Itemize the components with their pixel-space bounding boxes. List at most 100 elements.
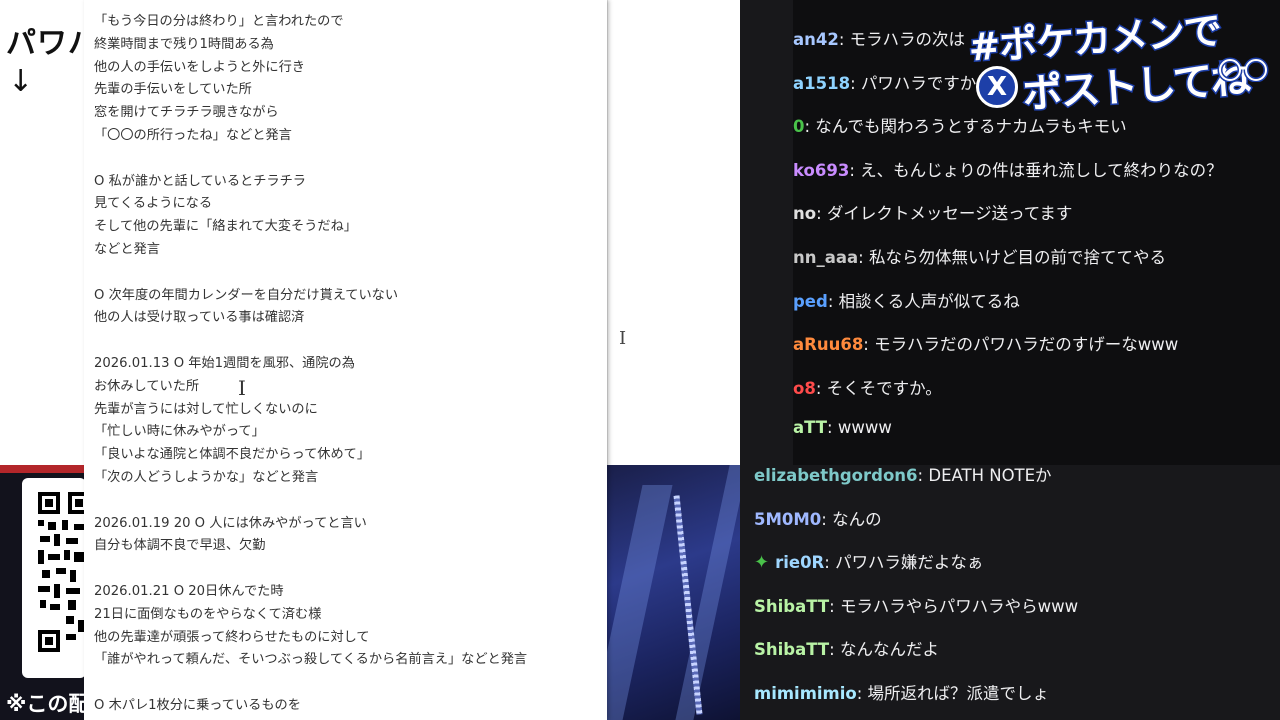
chat-text: なんでも関わろうとするナカムラもキモい [815, 117, 1127, 137]
document-line: お休みしていた所 [94, 378, 200, 394]
chat-username[interactable]: nn_aaa [793, 248, 858, 267]
document-line: O 木パレ1枚分に乗っているものを [94, 698, 301, 713]
document-line: 「忙しい時に休みやがって」 [94, 424, 265, 440]
document-line: 他の人は受け取っている事は確認済 [94, 310, 305, 326]
chat-username[interactable]: no [793, 204, 816, 223]
chat-username[interactable]: mimimimio [754, 684, 857, 703]
chat-panel[interactable]: an42: モラハラの次は a1518: パワハラですか 0: なんでも関わろうとす… [740, 0, 1280, 720]
chat-separator: : [827, 418, 838, 438]
chat-separator: : [815, 378, 827, 398]
chat-message: o8: そくそですか。 [793, 375, 942, 399]
notice-text: ※この配 [6, 692, 90, 716]
chat-separator: : [816, 204, 827, 224]
document-line: 先輩の手伝いをしていた所 [94, 82, 252, 98]
chat-username[interactable]: aTT [793, 418, 827, 437]
chat-text: なんの [832, 509, 882, 529]
chat-text: 場所返れば？派遣でしょ [867, 684, 1050, 703]
chat-text: DEATH NOTEか [928, 466, 1052, 485]
document-line: 「〇〇の所行ったね」などと発言 [94, 128, 292, 143]
chat-message: ✦ rie0R: パワハラ嫌だよなぁ [754, 549, 983, 573]
document-line: 窓を開けてチラチラ覗きながら [94, 105, 279, 121]
chat-separator: : [829, 596, 840, 616]
hashtag-banner: #ポケカメンで X ポストしてね [966, 7, 1276, 119]
chat-username[interactable]: ShibaTT [754, 597, 829, 616]
chat-text: モラハラだのパワハラだのすげーなwww [874, 335, 1179, 355]
chat-username[interactable]: ShibaTT [754, 640, 829, 659]
chat-text: 相談くる人声が似てるね [838, 291, 1020, 311]
art-fold [607, 485, 673, 720]
document-line: 他の先輩達が頑張って終わらせたものに対して [94, 629, 370, 645]
chat-message: a1518: パワハラですか [793, 70, 976, 94]
document-line: 「良いよな通院と体調不良だからって休めて」 [94, 447, 371, 463]
chat-text: 私なら勿体無いけど目の前で捨ててやる [868, 248, 1166, 267]
chat-message: aRuu68: モラハラだのパワハラだのすげーなwww [793, 331, 1178, 355]
document-line: 他の人の手伝いをしようと外に行き [94, 59, 305, 75]
chat-text: なんなんだよ [839, 640, 939, 660]
chat-username[interactable]: elizabethgordon6 [754, 466, 918, 485]
chat-separator: : [917, 466, 929, 485]
document-line: 見てくるようになる [94, 196, 213, 212]
chat-username[interactable]: an42 [793, 30, 839, 49]
chat-message: elizabethgordon6: DEATH NOTEか [754, 462, 1052, 486]
down-arrow-icon: ↓ [8, 64, 34, 99]
stream-screen: { "background": { "title": "パワハ", "arrow… [0, 0, 1280, 720]
document-line: 終業時間まで残り1時間ある為 [94, 36, 274, 52]
chat-username[interactable]: 5M0M0 [754, 510, 821, 529]
document-line: 「次の人どうしようかな」などと発言 [94, 470, 319, 485]
document-line: 2026.01.21 O 20日休んでた時 [94, 584, 284, 599]
ibeam-cursor-icon: I [238, 376, 246, 400]
chat-separator: : [821, 509, 833, 529]
document-line: 「誰がやれって頼んだ、そいつぶっ殺してくるから名前言え」などと発言 [94, 652, 528, 668]
document-line: 「もう今日の分は終わり」と言われたので [94, 14, 344, 29]
qr-code [22, 478, 86, 678]
chat-username[interactable]: rie0R [775, 553, 824, 572]
accent-strip [0, 465, 84, 473]
chat-text: ダイレクトメッセージ送ってます [826, 204, 1073, 224]
chat-username[interactable]: aRuu68 [793, 335, 863, 354]
character-art [607, 465, 740, 720]
chat-message: 5M0M0: なんの [754, 506, 882, 530]
chat-text: そくそですか。 [826, 378, 942, 398]
chat-message: ShibaTT: なんなんだよ [754, 636, 939, 660]
document-line: O 私が誰かと話しているとチラチラ [94, 173, 306, 189]
chat-username[interactable]: a1518 [793, 74, 850, 93]
qr-code-icon [38, 492, 86, 652]
chat-separator: : [827, 291, 839, 311]
x-logo-icon: X [976, 66, 1018, 108]
chat-separator: : [804, 117, 816, 137]
chat-separator: : [829, 640, 840, 660]
document-line: などと発言 [94, 242, 160, 257]
document-line: 2026.01.13 O 年始1週間を風邪、通院の為 [94, 356, 355, 371]
chat-text: え、もんじょりの件は垂れ流しして終わりなの？ [860, 160, 1223, 180]
document-page[interactable]: 「もう今日の分は終わり」と言われたので 終業時間まで残り1時間ある為他の人の手伝い… [84, 0, 607, 720]
chat-message: mimimimio: 場所返れば？派遣でしょ [754, 680, 1049, 704]
document-line: そして他の先輩に「絡まれて大変そうだね」 [94, 219, 357, 235]
chat-separator: : [856, 684, 868, 703]
chat-text: モラハラの次は [849, 30, 965, 49]
document-line: 21日に面倒なものをやらなくて済む様 [94, 606, 322, 622]
chat-text: wwww [837, 418, 892, 438]
chat-message: aTT: wwww [793, 418, 892, 437]
chat-text: パワハラ嫌だよなぁ [835, 553, 984, 573]
document-line: 先輩が言うには対して忙しくないのに [94, 401, 318, 417]
sparkle-badge-icon: ✦ [754, 552, 770, 574]
chat-username[interactable]: ped [793, 292, 828, 311]
chat-separator: : [849, 160, 861, 180]
document-line: O 次年度の年間カレンダーを自分だけ貰えていない [94, 287, 399, 303]
document-line: 2026.01.19 20 O 人には休みやがってと言い [94, 515, 367, 531]
chat-message: ko693: え、もんじょりの件は垂れ流しして終わりなの？ [793, 157, 1223, 181]
chat-separator: : [824, 553, 836, 573]
chat-text: モラハラやらパワハラやらwww [839, 596, 1079, 616]
chat-message: 0: なんでも関わろうとするナカムラもキモい [793, 113, 1127, 137]
chat-separator: : [838, 30, 850, 49]
chat-username[interactable]: 0 [793, 117, 804, 136]
chat-text: パワハラですか [860, 73, 977, 93]
chat-username[interactable]: ko693 [793, 161, 849, 180]
document-line: 自分も体調不良で早退、欠勤 [94, 538, 266, 554]
chat-message: no: ダイレクトメッセージ送ってます [793, 200, 1072, 224]
chat-username[interactable]: o8 [793, 379, 816, 398]
chat-message: ShibaTT: モラハラやらパワハラやらwww [754, 593, 1078, 617]
glasses-icon [1217, 57, 1269, 82]
text-cursor-icon: I [619, 328, 627, 349]
chat-separator: : [858, 248, 869, 267]
